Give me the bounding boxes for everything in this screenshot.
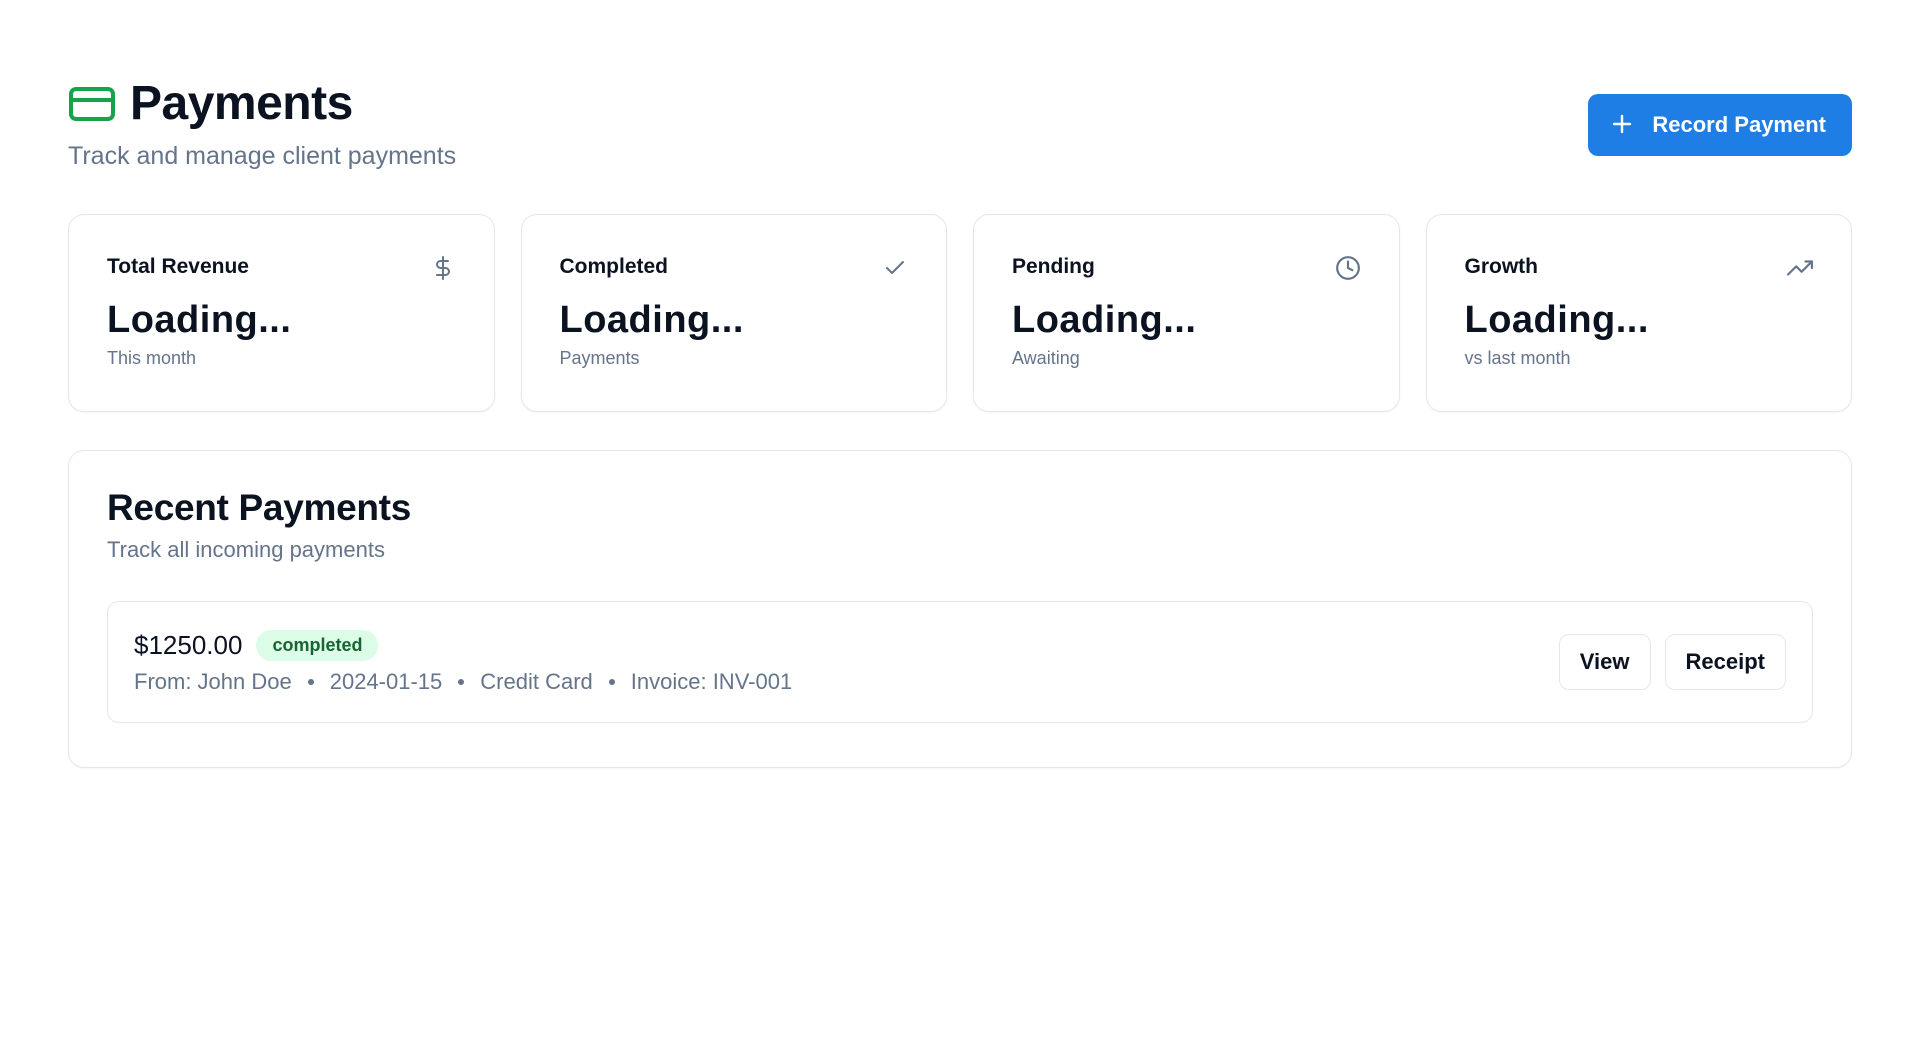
recent-payments-card: Recent Payments Track all incoming payme…: [68, 450, 1852, 768]
stat-value: Loading...: [1012, 299, 1197, 341]
stat-subtext: Awaiting: [1012, 348, 1080, 368]
page-title: Payments: [130, 77, 353, 130]
stat-subtext: vs last month: [1464, 348, 1571, 368]
separator-dot: [458, 679, 465, 685]
record-payment-button[interactable]: Record Payment: [1588, 94, 1852, 156]
dollar-icon: [430, 255, 456, 281]
payment-method: Credit Card: [480, 669, 593, 694]
payment-from: From: John Doe: [134, 669, 292, 694]
stat-card-growth: Growth Loading... vs last month: [1425, 214, 1852, 412]
separator-dot: [307, 679, 314, 685]
payment-actions: View Receipt: [1558, 634, 1786, 690]
stat-subtext: This month: [107, 348, 197, 368]
plus-icon: [1612, 110, 1632, 140]
stat-card-completed: Completed Loading... Payments: [520, 214, 947, 412]
payment-meta: From: John Doe 2024-01-15 Credit Card In…: [134, 669, 1786, 695]
check-icon: [882, 255, 908, 281]
payments-page: Payments Track and manage client payment…: [0, 0, 1920, 1048]
separator-dot: [608, 679, 615, 685]
payment-date: 2024-01-15: [329, 669, 443, 694]
stat-subtext: Payments: [559, 348, 640, 368]
payment-row: $1250.00 completed From: John Doe 2024-0…: [107, 601, 1813, 723]
page-subtitle: Track and manage client payments: [68, 142, 457, 170]
payment-amount: $1250.00: [134, 630, 243, 660]
clock-icon: [1335, 255, 1361, 281]
recent-payments-title: Recent Payments: [107, 487, 411, 528]
stat-label: Total Revenue: [107, 255, 249, 278]
stat-card-pending: Pending Loading... Awaiting: [973, 214, 1400, 412]
stat-value: Loading...: [1464, 299, 1649, 341]
stats-row: Total Revenue Loading... This month Comp…: [68, 214, 1852, 412]
credit-card-icon: [68, 85, 116, 123]
stat-card-total-revenue: Total Revenue Loading... This month: [68, 214, 495, 412]
title-row: Payments: [68, 76, 1852, 132]
recent-payments-subtitle: Track all incoming payments: [107, 537, 385, 562]
payment-invoice: Invoice: INV-001: [630, 669, 793, 694]
stat-value: Loading...: [559, 299, 744, 341]
page-header: Payments Track and manage client payment…: [68, 76, 1852, 176]
stat-value: Loading...: [107, 299, 292, 341]
trending-up-icon: [1787, 255, 1813, 281]
view-button[interactable]: View: [1558, 634, 1651, 690]
stat-label: Pending: [1012, 255, 1095, 278]
payment-summary: $1250.00 completed: [134, 630, 1786, 661]
record-payment-label: Record Payment: [1652, 112, 1826, 137]
stat-label: Growth: [1464, 255, 1539, 278]
status-badge: completed: [256, 630, 379, 661]
receipt-button[interactable]: Receipt: [1664, 634, 1786, 690]
stat-label: Completed: [559, 255, 669, 278]
